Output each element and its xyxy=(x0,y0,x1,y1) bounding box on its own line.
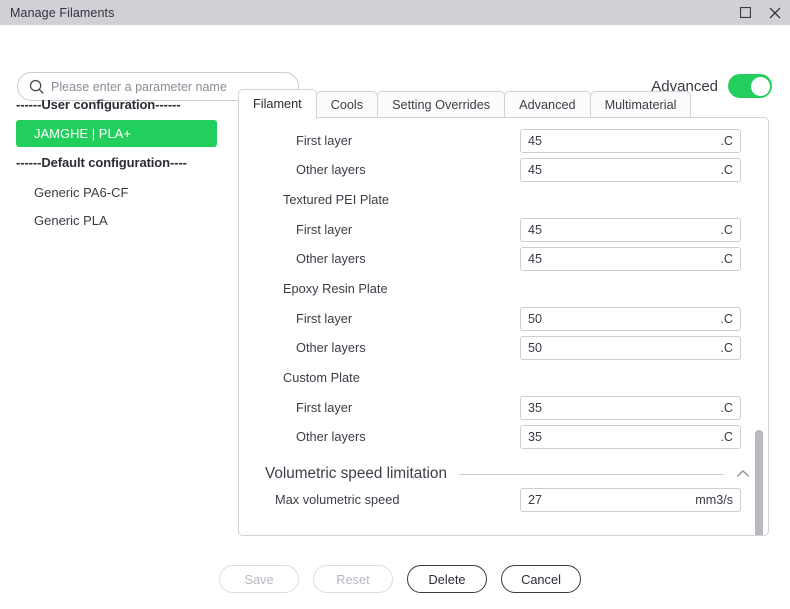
tab-filament[interactable]: Filament xyxy=(238,89,317,118)
setting-unit: .C xyxy=(720,400,733,415)
setting-group-label: Custom Plate xyxy=(283,370,360,385)
sidebar-group-header: ------Default configuration---- xyxy=(16,155,187,170)
tab-multimaterial[interactable]: Multimaterial xyxy=(589,91,692,117)
setting-input[interactable]: 50 .C xyxy=(520,335,741,360)
setting-label: First layer xyxy=(296,400,353,415)
tab-setting-overrides[interactable]: Setting Overrides xyxy=(377,91,506,117)
setting-input[interactable]: 27 mm3/s xyxy=(520,487,741,512)
setting-label: Other layers xyxy=(296,162,366,177)
setting-unit: .C xyxy=(720,133,733,148)
setting-row: First layer 45 .C xyxy=(239,126,768,155)
panel-scrollbar[interactable] xyxy=(755,126,763,535)
window-controls xyxy=(730,0,790,25)
setting-value: 45 xyxy=(528,162,543,177)
cancel-button[interactable]: Cancel xyxy=(501,565,581,593)
close-icon[interactable] xyxy=(760,0,790,25)
setting-unit: .C xyxy=(720,311,733,326)
dialog-body: ------User configuration------ JAMGHE | … xyxy=(0,89,790,609)
section-divider xyxy=(458,473,724,475)
setting-group-row: Epoxy Resin Plate xyxy=(239,273,768,304)
setting-unit: .C xyxy=(720,162,733,177)
setting-label: First layer xyxy=(296,133,353,148)
save-button[interactable]: Save xyxy=(219,565,299,593)
setting-value: 45 xyxy=(528,222,543,237)
setting-input[interactable]: 45 .C xyxy=(520,246,741,271)
maximize-icon[interactable] xyxy=(730,0,760,25)
tab-cools[interactable]: Cools xyxy=(315,91,379,117)
setting-value: 45 xyxy=(528,251,543,266)
setting-group-row: Textured PEI Plate xyxy=(239,184,768,215)
setting-input[interactable]: 45 .C xyxy=(520,217,741,242)
reset-button[interactable]: Reset xyxy=(313,565,393,593)
setting-input[interactable]: 50 .C xyxy=(520,306,741,331)
tab-bar: Filament Cools Setting Overrides Advance… xyxy=(238,89,769,118)
setting-input[interactable]: 35 .C xyxy=(520,395,741,420)
setting-unit: mm3/s xyxy=(695,492,733,507)
setting-value: 35 xyxy=(528,400,543,415)
setting-row: First layer 50 .C xyxy=(239,304,768,333)
sidebar-item-generic-pla[interactable]: Generic PLA xyxy=(0,207,232,234)
chevron-up-icon[interactable] xyxy=(736,469,750,479)
setting-unit: .C xyxy=(720,429,733,444)
setting-group-label: Epoxy Resin Plate xyxy=(283,281,388,296)
setting-input[interactable]: 45 .C xyxy=(520,157,741,182)
setting-row: Other layers 45 .C xyxy=(239,244,768,273)
setting-row: Other layers 35 .C xyxy=(239,422,768,451)
setting-row: Max volumetric speed 27 mm3/s xyxy=(239,485,768,514)
section-title: Volumetric speed limitation xyxy=(265,465,447,482)
setting-label: Max volumetric speed xyxy=(275,492,400,507)
window-titlebar: Manage Filaments xyxy=(0,0,790,25)
setting-label: Other layers xyxy=(296,340,366,355)
setting-value: 45 xyxy=(528,133,543,148)
setting-value: 35 xyxy=(528,429,543,444)
setting-label: Other layers xyxy=(296,251,366,266)
setting-input[interactable]: 35 .C xyxy=(520,424,741,449)
setting-label: First layer xyxy=(296,311,353,326)
scrollbar-thumb[interactable] xyxy=(755,430,763,535)
section-header-volumetric-speed-limitation[interactable]: Volumetric speed limitation xyxy=(265,465,750,483)
sidebar-group-header: ------User configuration------ xyxy=(16,97,181,112)
setting-row: First layer 35 .C xyxy=(239,393,768,422)
setting-unit: .C xyxy=(720,340,733,355)
setting-row: First layer 45 .C xyxy=(239,215,768,244)
setting-label: Other layers xyxy=(296,429,366,444)
settings-form: First layer 45 .C Other layers 45 .C Tex… xyxy=(239,118,768,514)
setting-input[interactable]: 45 .C xyxy=(520,128,741,153)
delete-button[interactable]: Delete xyxy=(407,565,487,593)
settings-panel: Filament Cools Setting Overrides Advance… xyxy=(238,89,769,536)
sidebar-item-generic-pa6-cf[interactable]: Generic PA6-CF xyxy=(0,179,232,206)
tab-content-filament: First layer 45 .C Other layers 45 .C Tex… xyxy=(238,117,769,536)
setting-value: 27 xyxy=(528,492,543,507)
setting-value: 50 xyxy=(528,311,543,326)
sidebar-item-jamghe-pla-plus[interactable]: JAMGHE | PLA+ xyxy=(16,120,217,147)
setting-unit: .C xyxy=(720,251,733,266)
setting-group-label: Textured PEI Plate xyxy=(283,192,389,207)
setting-row: Other layers 50 .C xyxy=(239,333,768,362)
setting-value: 50 xyxy=(528,340,543,355)
tab-advanced[interactable]: Advanced xyxy=(504,91,591,117)
dialog-footer: Save Reset Delete Cancel xyxy=(0,549,790,609)
toolbar: Advanced xyxy=(0,25,790,101)
setting-row: Other layers 45 .C xyxy=(239,155,768,184)
setting-unit: .C xyxy=(720,222,733,237)
window-title: Manage Filaments xyxy=(10,5,115,20)
setting-group-row: Custom Plate xyxy=(239,362,768,393)
setting-label: First layer xyxy=(296,222,353,237)
preset-sidebar: ------User configuration------ JAMGHE | … xyxy=(0,89,232,235)
